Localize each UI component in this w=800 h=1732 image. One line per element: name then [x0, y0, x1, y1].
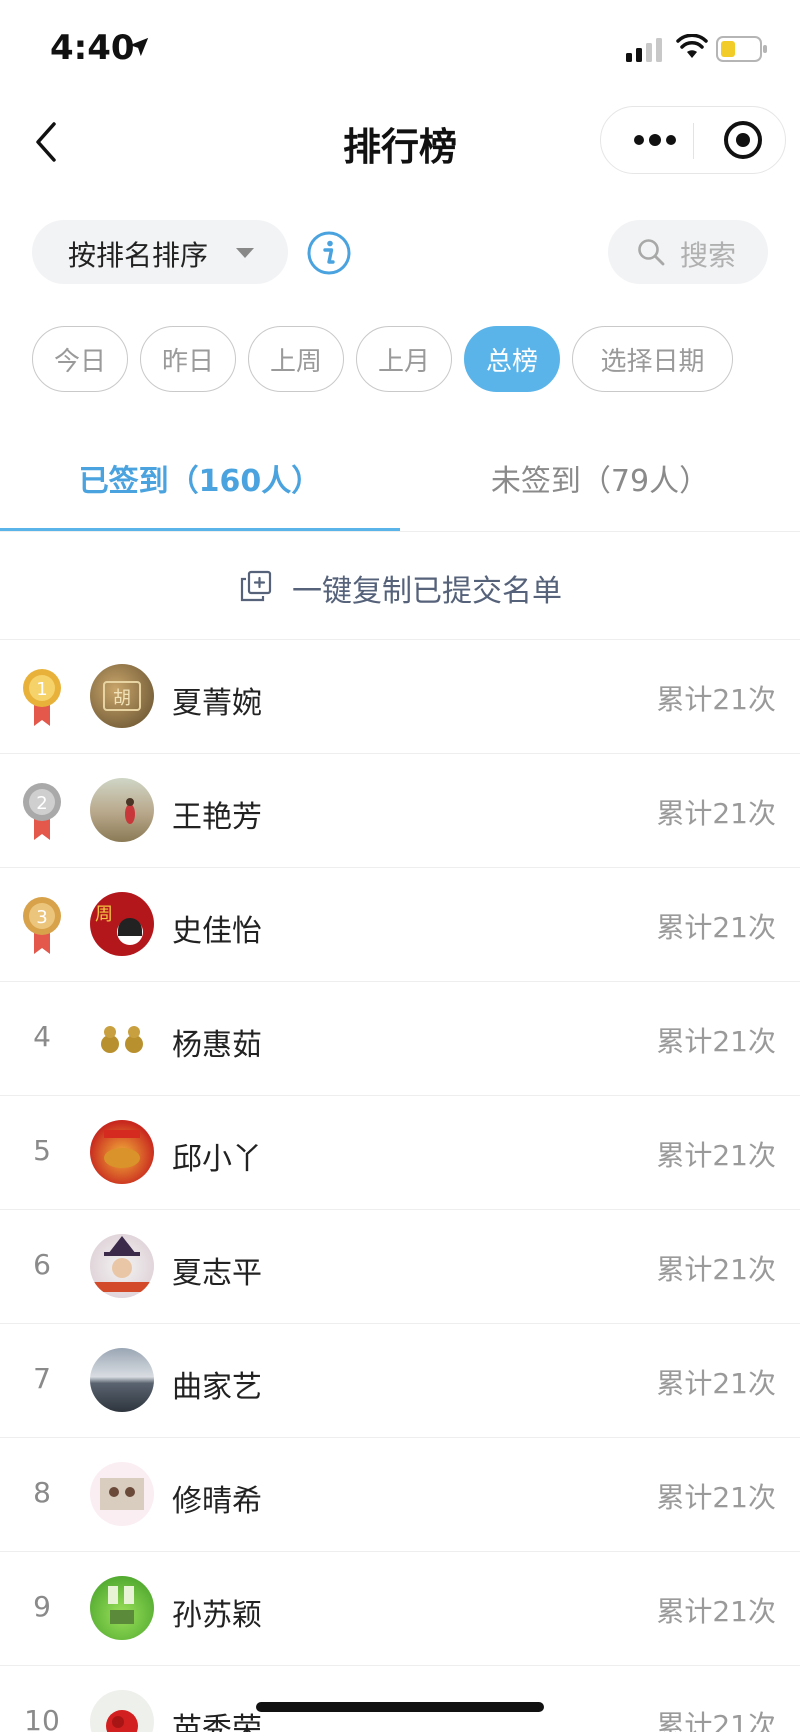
- ranking-row[interactable]: 3 周 史佳怡 累计21次: [0, 868, 800, 982]
- tab-signed-in[interactable]: 已签到（160人）: [0, 456, 400, 500]
- bronze-medal-icon: 3: [23, 897, 61, 954]
- rank-number: 10: [24, 1704, 60, 1732]
- avatar: [90, 1348, 154, 1412]
- more-dots-icon[interactable]: [623, 107, 687, 173]
- medal-rank-text: 1: [36, 679, 47, 700]
- search-icon: [638, 239, 665, 266]
- home-indicator: [256, 1702, 544, 1712]
- battery-icon: [716, 36, 767, 62]
- checkin-count: 累计21次: [656, 1481, 776, 1514]
- ranking-row[interactable]: 9 孙苏颖 累计21次: [0, 1552, 800, 1666]
- avatar: 胡: [90, 664, 154, 728]
- search-label: 搜索: [680, 239, 737, 272]
- ranking-row[interactable]: 10 苗秀荣 累计21次: [0, 1666, 800, 1732]
- member-name: 史佳怡: [172, 914, 262, 949]
- ranking-row[interactable]: 2 王艳芳 累计21次: [0, 754, 800, 868]
- avatar: [90, 1234, 154, 1298]
- period-overall[interactable]: 总榜: [464, 326, 560, 392]
- wifi-icon: [676, 34, 708, 58]
- close-target-icon[interactable]: [711, 107, 775, 173]
- checkin-count: 累计21次: [656, 1025, 776, 1058]
- rank-number: 7: [33, 1362, 51, 1395]
- member-name: 夏志平: [172, 1256, 262, 1291]
- rank-number: 9: [33, 1590, 51, 1623]
- avatar: [90, 1120, 154, 1184]
- capsule-divider: [693, 123, 694, 159]
- period-today[interactable]: 今日: [32, 326, 128, 392]
- member-name: 夏菁婉: [172, 686, 262, 721]
- medal-rank-text: 3: [36, 907, 47, 928]
- checkin-count: 累计21次: [656, 1367, 776, 1400]
- member-name: 修晴希: [172, 1484, 262, 1519]
- checkin-count: 累计21次: [656, 911, 776, 944]
- period-yesterday[interactable]: 昨日: [140, 326, 236, 392]
- ranking-row[interactable]: 4 杨惠茹 累计21次: [0, 982, 800, 1096]
- rank-number: 5: [33, 1134, 51, 1167]
- member-name: 王艳芳: [172, 800, 262, 835]
- rank-number: 6: [33, 1248, 51, 1281]
- copy-list-label: 一键复制已提交名单: [292, 574, 562, 609]
- search-button[interactable]: 搜索: [608, 220, 768, 284]
- avatar: 周: [90, 892, 154, 956]
- svg-text:周: 周: [95, 904, 113, 925]
- medal-rank-text: 2: [36, 793, 47, 814]
- checkin-count: 累计21次: [656, 1709, 776, 1732]
- sort-dropdown-label: 按排名排序: [68, 239, 209, 272]
- checkin-count: 累计21次: [656, 1253, 776, 1286]
- status-time: 4:40: [50, 28, 135, 68]
- avatar: [90, 1576, 154, 1640]
- svg-text:胡: 胡: [113, 688, 131, 709]
- avatar: [90, 1006, 154, 1070]
- ranking-row[interactable]: 7 曲家艺 累计21次: [0, 1324, 800, 1438]
- checkin-count: 累计21次: [656, 1139, 776, 1172]
- ranking-row[interactable]: 1 胡 夏菁婉 累计21次: [0, 640, 800, 754]
- member-name: 苗秀荣: [172, 1712, 262, 1732]
- location-arrow-icon: [129, 37, 149, 57]
- member-name: 曲家艺: [172, 1370, 262, 1405]
- member-name: 孙苏颖: [172, 1598, 262, 1633]
- ranking-row[interactable]: 5 邱小丫 累计21次: [0, 1096, 800, 1210]
- silver-medal-icon: 2: [23, 783, 61, 840]
- tab-not-signed-in[interactable]: 未签到（79人）: [400, 456, 800, 500]
- ranking-row[interactable]: 8 修晴希 累计21次: [0, 1438, 800, 1552]
- gold-medal-icon: 1: [23, 669, 61, 726]
- rank-number: 4: [33, 1020, 51, 1053]
- checkin-count: 累计21次: [656, 1595, 776, 1628]
- avatar: [90, 1462, 154, 1526]
- avatar: [90, 778, 154, 842]
- info-icon[interactable]: [306, 230, 352, 276]
- avatar: [90, 1690, 154, 1732]
- cellular-signal-icon: [626, 38, 662, 62]
- member-name: 杨惠茹: [172, 1028, 262, 1063]
- caret-down-icon: [236, 248, 254, 258]
- checkin-count: 累计21次: [656, 683, 776, 716]
- rank-number: 8: [33, 1476, 51, 1509]
- checkin-count: 累计21次: [656, 797, 776, 830]
- member-name: 邱小丫: [172, 1142, 262, 1177]
- ranking-list: 1 胡 夏菁婉 累计21次 2 王艳芳 累计21次 3 周 史佳怡 累计21次 …: [0, 640, 800, 1732]
- miniprogram-capsule: [600, 106, 786, 174]
- sort-dropdown[interactable]: 按排名排序: [32, 220, 288, 284]
- status-bar: 4:40: [0, 0, 800, 92]
- ranking-row[interactable]: 6 夏志平 累计21次: [0, 1210, 800, 1324]
- period-last-month[interactable]: 上月: [356, 326, 452, 392]
- period-pick-date[interactable]: 选择日期: [572, 326, 733, 392]
- copy-list-button[interactable]: 一键复制已提交名单: [0, 532, 800, 640]
- period-last-week[interactable]: 上周: [248, 326, 344, 392]
- copy-icon: [240, 570, 272, 602]
